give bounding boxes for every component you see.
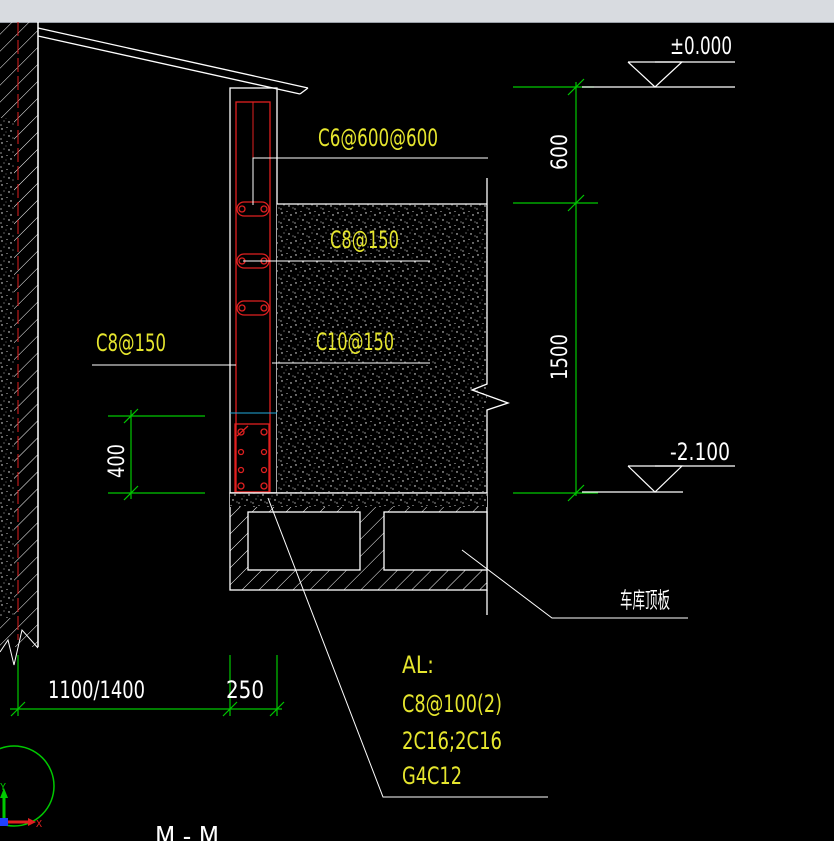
rebar-label-outer: C8@150 [96,329,166,357]
garage-roof-label: 车库顶板 [620,589,670,614]
left-retaining-wall [0,22,39,666]
dim-400-label: 400 [105,444,130,478]
elevation-marker-bottom [582,465,735,493]
dim-600-label: 600 [548,134,573,170]
beam-note-main-bars: 2C16;2C16 [402,727,502,755]
ucs-x-label: X [36,819,42,830]
beam-note-side-bars: G4C12 [402,762,462,790]
rebar-label-horizontal: C8@150 [330,226,399,254]
garage-roof-slab [229,492,488,615]
ucs-icon: Y X [0,745,55,830]
elevation-top-label: ±0.000 [670,32,732,60]
canopy-slab [37,27,309,95]
section-mark-label: M - M [155,822,219,841]
beam-note-title: AL: [402,651,434,679]
new-wall-section [229,87,278,494]
dim-250-label: 250 [226,676,264,704]
dim-1500-label: 1500 [548,334,573,380]
elevation-bottom-label: -2.100 [670,438,730,466]
embedded-beam-al [233,423,272,502]
beam-note-stirrup: C8@100(2) [402,690,502,718]
rebar-label-vertical: C10@150 [316,328,394,356]
cad-drawing-canvas[interactable]: ±0.000 -2.100 600 1500 400 1100/1400 250… [0,0,834,841]
rebar-ties [236,201,270,316]
ucs-y-label: Y [0,782,6,793]
dim-1100-label: 1100/1400 [48,676,145,704]
elevation-marker-top [582,61,735,88]
rebar-label-tie: C6@600@600 [318,124,438,152]
